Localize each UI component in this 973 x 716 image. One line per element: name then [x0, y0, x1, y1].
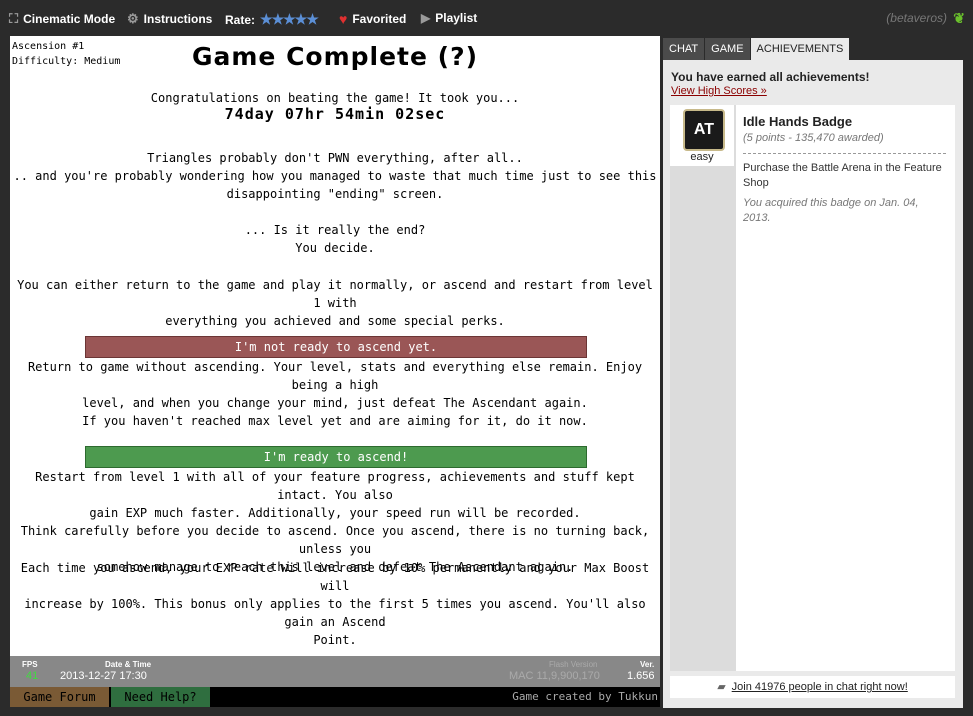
text-line: Return to game without ascending. Your l…	[27, 360, 643, 392]
game-complete-title: Game Complete (?)	[191, 42, 479, 71]
text-line: Triangles probably don't PWN everything,…	[147, 151, 523, 165]
instructions-button[interactable]: ⚙ Instructions	[127, 11, 212, 27]
instructions-label: Instructions	[143, 12, 213, 26]
playlist-label: Playlist	[435, 11, 478, 25]
elapsed-time: 74day 07hr 54min 02sec	[224, 105, 446, 123]
badge-icon[interactable]: AT	[683, 109, 725, 151]
intro-paragraph: Triangles probably don't PWN everything,…	[10, 149, 660, 203]
text-line: Point.	[313, 633, 357, 647]
gear-icon: ⚙	[127, 11, 139, 26]
favorited-label: Favorited	[352, 12, 407, 26]
rate-label: Rate:	[225, 12, 256, 27]
tab-achievements[interactable]: ACHIEVEMENTS	[750, 38, 850, 60]
not-ready-description: Return to game without ascending. Your l…	[10, 358, 660, 430]
flash-version-label: Flash Version	[549, 660, 598, 669]
not-ready-to-ascend-button[interactable]: I'm not ready to ascend yet.	[85, 336, 587, 358]
badge-details: Idle Hands Badge (5 points - 135,470 awa…	[736, 105, 955, 671]
fps-value: 41	[26, 670, 39, 682]
version-label: Ver.	[640, 660, 655, 669]
join-chat-link[interactable]: Join 41976 people in chat right now!	[732, 681, 908, 693]
badge-difficulty: easy	[690, 151, 714, 163]
version-value: 1.656	[627, 670, 655, 682]
text-line: If you haven't reached max level yet and…	[82, 414, 588, 428]
view-high-scores-link[interactable]: View High Scores »	[671, 85, 767, 97]
text-line: Restart from level 1 with all of your fe…	[35, 470, 635, 502]
text-line: You can either return to the game and pl…	[17, 278, 653, 310]
choice-paragraph: You can either return to the game and pl…	[10, 276, 660, 330]
badge-points: (5 points - 135,470 awarded)	[743, 132, 884, 144]
playlist-button[interactable]: ▶ Playlist	[421, 11, 477, 25]
datetime-label: Date & Time	[105, 660, 152, 669]
text-line: .. and you're probably wondering how you…	[13, 169, 657, 183]
expand-icon: ⛶	[9, 11, 19, 26]
rate-control[interactable]: Rate: ★★★★★	[225, 11, 319, 28]
badge-name: Idle Hands Badge	[743, 114, 853, 129]
bonus-description: Each time you ascend, your EXP rate will…	[10, 559, 660, 649]
username[interactable]: (betaveros)	[886, 11, 947, 25]
game-status-bar: FPS 41 Date & Time 2013-12-27 17:30 Flas…	[10, 656, 660, 687]
achievements-panel: You have earned all achievements! View H…	[663, 60, 963, 708]
sidebar-tabs: CHAT GAME ACHIEVEMENTS	[663, 38, 850, 60]
text-line: increase by 100%. This bonus only applie…	[24, 597, 646, 629]
text-line: everything you achieved and some special…	[165, 314, 505, 328]
need-help-button[interactable]: Need Help?	[111, 687, 210, 707]
text-line: Think carefully before you decide to asc…	[20, 524, 650, 556]
top-toolbar: ⛶ Cinematic Mode ⚙ Instructions Rate: ★★…	[0, 0, 973, 36]
text-line: disappointing "ending" screen.	[226, 187, 444, 201]
badge-list: AT easy Idle Hands Badge (5 points - 135…	[670, 105, 955, 671]
earned-message: You have earned all achievements!	[671, 70, 870, 84]
badge-acquired-date: You acquired this badge on Jan. 04, 2013…	[743, 197, 919, 224]
game-footer: Game Forum Need Help? Game created by Tu…	[10, 687, 660, 707]
game-forum-button[interactable]: Game Forum	[10, 687, 109, 707]
text-line: gain EXP much faster. Additionally, your…	[89, 506, 581, 520]
datetime-value: 2013-12-27 17:30	[60, 670, 147, 682]
divider	[743, 153, 946, 154]
ready-to-ascend-button[interactable]: I'm ready to ascend!	[85, 446, 587, 468]
flash-version-value: MAC 11,9,900,170	[509, 670, 600, 682]
text-line: Each time you ascend, your EXP rate will…	[20, 561, 650, 593]
end-question: ... Is it really the end? You decide.	[10, 221, 660, 257]
speech-bubble-icon: ▰	[717, 681, 726, 693]
favorited-button[interactable]: ♥ Favorited	[339, 11, 406, 27]
heart-icon: ♥	[339, 11, 348, 27]
leaf-icon: ❦	[953, 10, 965, 26]
play-icon: ▶	[421, 11, 431, 25]
badge-description: Purchase the Battle Arena in the Feature…	[743, 162, 942, 189]
badge-icon-cell: AT easy	[670, 105, 734, 166]
join-chat-bar: ▰ Join 41976 people in chat right now!	[670, 676, 955, 698]
fps-label: FPS	[22, 660, 38, 669]
game-credit: Game created by Tukkun	[512, 690, 658, 703]
text-line: You decide.	[295, 241, 375, 255]
cinematic-mode-button[interactable]: ⛶ Cinematic Mode	[9, 11, 115, 27]
tab-game[interactable]: GAME	[705, 38, 750, 60]
text-line: ... Is it really the end?	[244, 223, 426, 237]
tab-chat[interactable]: CHAT	[663, 38, 705, 60]
cinematic-mode-label: Cinematic Mode	[23, 12, 116, 26]
text-line: level, and when you change your mind, ju…	[82, 396, 588, 410]
rating-stars[interactable]: ★★★★★	[260, 11, 319, 28]
game-screen: Ascension #1 Difficulty: Medium Game Com…	[10, 36, 660, 656]
